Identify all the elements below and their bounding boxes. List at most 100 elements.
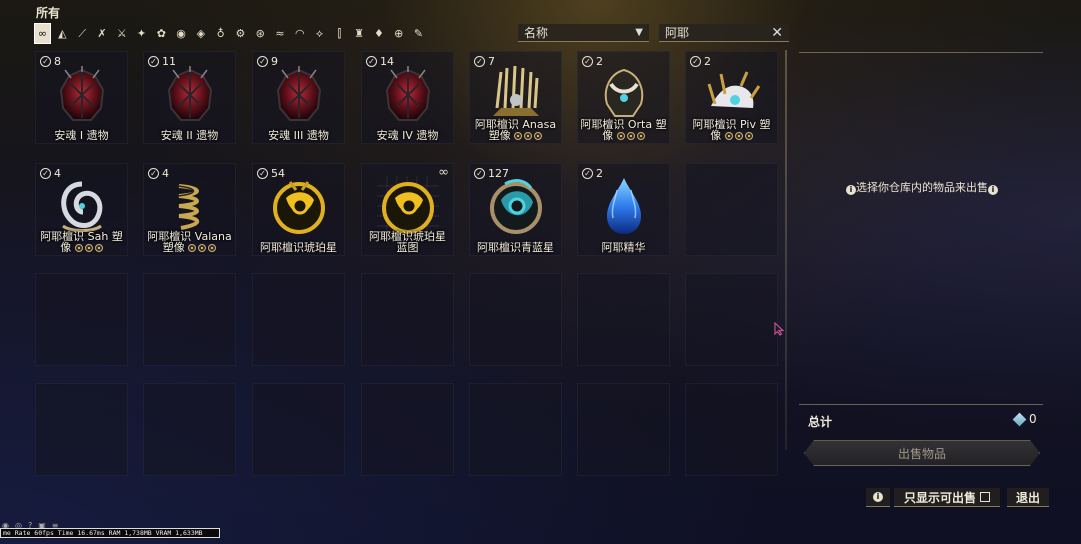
check-icon: ✓ xyxy=(257,168,268,179)
item-label: 安魂 IV 遗物 xyxy=(364,130,451,141)
category-title: 所有 xyxy=(36,6,61,20)
relic-icon[interactable]: ⊕ xyxy=(390,23,407,44)
item-label: 阿耶檀识 Piv 塑像 xyxy=(688,119,775,141)
mod-icon[interactable]: ◈ xyxy=(192,23,209,44)
inventory-item[interactable]: ∞ 阿耶檀识琥珀星 蓝图 xyxy=(361,163,454,256)
all-icon[interactable]: ∞ xyxy=(34,23,52,44)
sort-dropdown[interactable]: 名称 ▼ xyxy=(518,24,649,42)
exit-button[interactable]: 退出 xyxy=(1007,488,1049,507)
empty-slot xyxy=(252,273,345,366)
item-label: 阿耶檀识 Anasa 塑像 xyxy=(472,119,559,141)
cyan-star-icon xyxy=(485,176,547,238)
sellable-only-toggle[interactable]: 只显示可出售 xyxy=(894,488,1000,507)
sentinel-icon[interactable]: ◉ xyxy=(173,23,190,44)
item-name: 阿耶檀识琥珀星 xyxy=(260,241,337,254)
inventory-item[interactable]: ✓ 14 安魂 IV 遗物 xyxy=(361,51,454,144)
check-icon: ✓ xyxy=(40,168,51,179)
empty-slot xyxy=(577,273,670,366)
figure-icon[interactable]: ♜ xyxy=(351,23,368,44)
platinum-icon xyxy=(1012,412,1027,426)
relic-icon xyxy=(159,64,221,126)
gem-icon[interactable]: ◠ xyxy=(291,23,308,44)
sell-items-button[interactable]: 出售物品 xyxy=(804,440,1040,466)
check-icon: ✓ xyxy=(148,56,159,67)
infinite-icon: ∞ xyxy=(438,165,449,180)
info-button[interactable]: i xyxy=(866,488,890,507)
arcane-icon[interactable]: ⚙ xyxy=(232,23,249,44)
item-label: 阿耶檀识 Valana 塑像 xyxy=(146,231,233,253)
primary-weapon-icon[interactable]: ⟋ xyxy=(74,23,91,44)
sellable-only-label: 只显示可出售 xyxy=(903,490,976,505)
panel-top-divider xyxy=(799,52,1043,53)
key-icon[interactable]: ♁ xyxy=(212,23,229,44)
item-label: 阿耶檀识琥珀星 蓝图 xyxy=(364,231,451,253)
rank-pip-icon xyxy=(198,244,207,252)
empty-slot xyxy=(143,383,236,476)
inventory-item[interactable]: ✓ 7 阿耶檀识 Anasa 塑像 xyxy=(469,51,562,144)
empty-slot xyxy=(361,273,454,366)
companion-icon[interactable]: ✿ xyxy=(153,23,170,44)
rank-pip-icon xyxy=(734,132,743,140)
secondary-weapon-icon[interactable]: ✗ xyxy=(94,23,111,44)
inventory-item[interactable]: ✓ 2 阿耶檀识 Orta 塑像 xyxy=(577,51,670,144)
item-name: 阿耶精华 xyxy=(601,241,646,254)
empty-slot xyxy=(685,163,778,256)
inventory-item[interactable]: ✓ 127 阿耶檀识青蓝星 xyxy=(469,163,562,256)
rank-pip-icon xyxy=(636,132,645,140)
item-label: 安魂 I 遗物 xyxy=(38,130,125,141)
rank-pip-icon xyxy=(626,132,635,140)
amber-blueprint-icon xyxy=(377,176,439,238)
empty-slot xyxy=(252,383,345,476)
rank-pips xyxy=(514,132,543,140)
search-field[interactable]: ✕ xyxy=(659,24,789,42)
rank-pip-icon xyxy=(188,244,197,252)
tower-icon[interactable]: ⫿ xyxy=(331,23,348,44)
misc-icon[interactable]: ✎ xyxy=(410,23,427,44)
search-input[interactable] xyxy=(665,25,765,40)
bottle-icon[interactable]: ♦ xyxy=(371,23,388,44)
melee-icon[interactable]: ⚔ xyxy=(113,23,130,44)
performance-overlay: me Rate 60fps Time 16.67ms RAM 1,738MB V… xyxy=(0,528,220,538)
rank-pip-icon xyxy=(208,244,217,252)
statue-white-icon xyxy=(701,64,763,126)
empty-slot xyxy=(577,383,670,476)
blueprint-icon[interactable]: ⟡ xyxy=(311,23,328,44)
warframe-icon[interactable]: ◭ xyxy=(54,23,71,44)
inventory-item[interactable]: ✓ 8 安魂 I 遗物 xyxy=(35,51,128,144)
statue-swirl-icon xyxy=(51,176,113,238)
sell-hint: i 选择你仓库内的物品来出售 i xyxy=(800,179,1044,195)
total-amount: 0 xyxy=(1029,412,1037,426)
rank-pip-icon xyxy=(94,244,103,252)
amber-star-icon xyxy=(268,176,330,238)
statue-gold-icon xyxy=(485,64,547,126)
inventory-item[interactable]: ✓ 54 阿耶檀识琥珀星 xyxy=(252,163,345,256)
check-icon: ✓ xyxy=(474,56,485,67)
item-label: 阿耶檀识 Orta 塑像 xyxy=(580,119,667,141)
info-icon: i xyxy=(988,185,998,195)
check-icon: ✓ xyxy=(40,56,51,67)
statue-coil-icon xyxy=(159,176,221,238)
panel-divider xyxy=(785,50,787,450)
item-label: 安魂 III 遗物 xyxy=(255,130,342,141)
inventory-item[interactable]: ✓ 4 阿耶檀识 Sah 塑像 xyxy=(35,163,128,256)
resource-icon[interactable]: ⊛ xyxy=(252,23,269,44)
archwing-icon[interactable]: ✦ xyxy=(133,23,150,44)
inventory-item[interactable]: ✓ 2 阿耶精华 xyxy=(577,163,670,256)
rank-pip-icon xyxy=(74,244,83,252)
inventory-item[interactable]: ✓ 11 安魂 II 遗物 xyxy=(143,51,236,144)
inventory-item[interactable]: ✓ 2 阿耶檀识 Piv 塑像 xyxy=(685,51,778,144)
inventory-item[interactable]: ✓ 9 安魂 III 遗物 xyxy=(252,51,345,144)
item-name: 安魂 IV 遗物 xyxy=(376,129,439,142)
rank-pips xyxy=(74,244,103,252)
check-icon: ✓ xyxy=(690,56,701,67)
sort-value: 名称 xyxy=(524,26,549,40)
checkbox-icon[interactable] xyxy=(980,492,990,502)
fish-icon[interactable]: ≈ xyxy=(272,23,289,44)
rank-pip-icon xyxy=(524,132,533,140)
sell-hint-text: 选择你仓库内的物品来出售 xyxy=(856,181,988,194)
info-icon: i xyxy=(873,492,883,502)
inventory-item[interactable]: ✓ 4 阿耶檀识 Valana 塑像 xyxy=(143,163,236,256)
item-label: 阿耶精华 xyxy=(580,242,667,253)
close-icon[interactable]: ✕ xyxy=(771,25,783,41)
chevron-down-icon: ▼ xyxy=(635,27,643,38)
